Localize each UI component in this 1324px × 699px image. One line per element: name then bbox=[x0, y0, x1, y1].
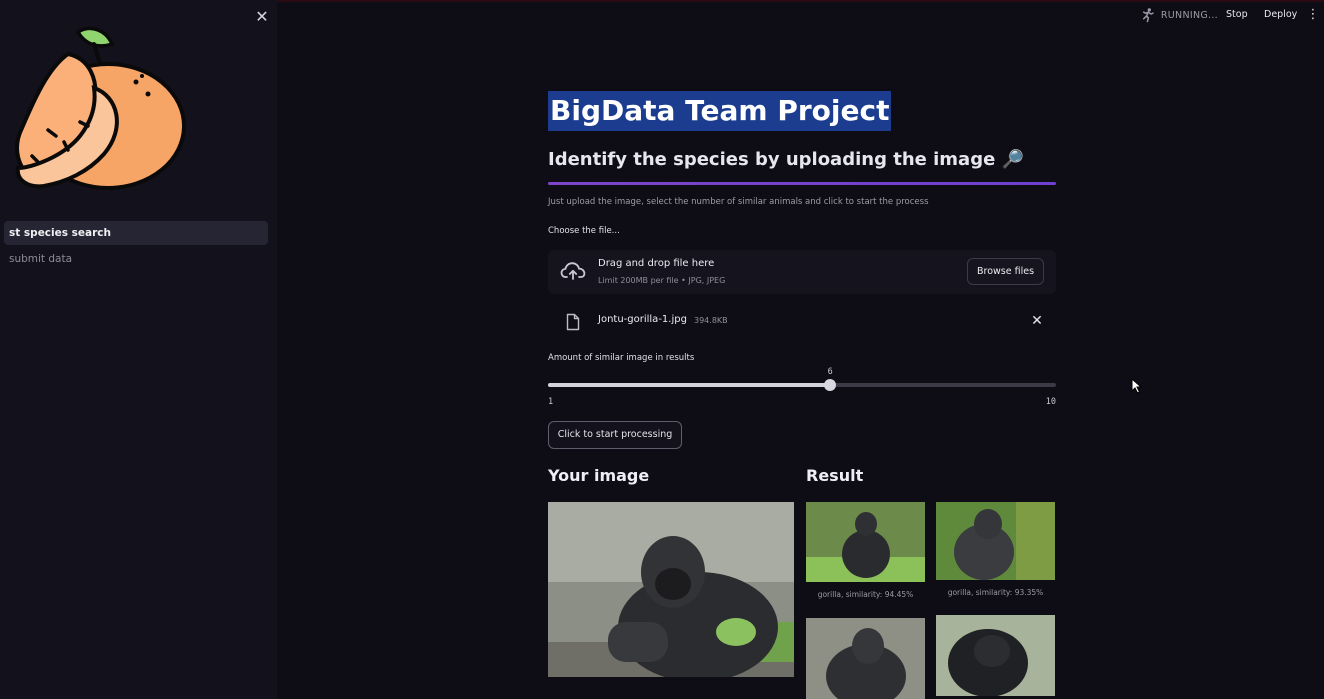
page-title: BigData Team Project bbox=[548, 91, 892, 131]
result-caption: gorilla, similarity: 93.35% bbox=[947, 588, 1044, 597]
dropzone-text: Drag and drop file here bbox=[598, 258, 715, 269]
running-label: RUNNING... bbox=[1160, 9, 1218, 21]
deploy-button[interactable]: Deploy bbox=[1264, 6, 1297, 24]
your-image-heading: Your image bbox=[548, 466, 650, 485]
dropzone-limit: Limit 200MB per file • JPG, JPEG bbox=[598, 276, 726, 285]
uploaded-file-name: Jontu-gorilla-1.jpg bbox=[598, 314, 687, 325]
slider-fill bbox=[548, 383, 831, 387]
sidebar-item-submit-data[interactable]: submit data bbox=[4, 247, 268, 271]
close-sidebar-icon[interactable]: ✕ bbox=[253, 8, 271, 26]
running-man-icon bbox=[1142, 8, 1154, 23]
result-card: gorilla, similarity: 94.45% bbox=[806, 502, 925, 599]
remove-file-icon[interactable]: ✕ bbox=[1028, 312, 1046, 330]
result-card bbox=[936, 615, 1055, 696]
sidebar-nav: st species search submit data bbox=[4, 221, 268, 273]
file-uploader-label: Choose the file... bbox=[548, 226, 620, 236]
result-caption: gorilla, similarity: 94.45% bbox=[817, 590, 914, 599]
sidebar: ✕ st species search submit data bbox=[0, 0, 277, 699]
result-heading: Result bbox=[806, 466, 864, 485]
uploaded-file-row: Jontu-gorilla-1.jpg 394.8KB ✕ bbox=[548, 308, 1056, 336]
slider-value: 6 bbox=[827, 367, 833, 377]
browse-files-button[interactable]: Browse files bbox=[967, 258, 1044, 285]
running-status: RUNNING... bbox=[1140, 6, 1218, 24]
file-icon bbox=[566, 313, 580, 331]
section-divider bbox=[548, 182, 1056, 185]
result-card bbox=[806, 618, 925, 699]
result-image bbox=[936, 615, 1055, 696]
instructions-caption: Just upload the image, select the number… bbox=[548, 197, 929, 207]
page-subtitle: Identify the species by uploading the im… bbox=[548, 149, 1024, 170]
stop-button[interactable]: Stop bbox=[1226, 6, 1248, 24]
result-image bbox=[806, 618, 925, 699]
mouse-cursor-icon bbox=[1131, 378, 1143, 394]
uploaded-image bbox=[548, 502, 794, 677]
slider-label: Amount of similar image in results bbox=[548, 353, 695, 363]
cloud-upload-icon bbox=[560, 262, 586, 280]
file-dropzone[interactable]: Drag and drop file here Limit 200MB per … bbox=[548, 250, 1056, 294]
result-image bbox=[806, 502, 925, 582]
sidebar-item-species-search[interactable]: st species search bbox=[4, 221, 268, 245]
result-image bbox=[936, 502, 1055, 580]
slider-min: 1 bbox=[548, 397, 554, 407]
main-menu-icon[interactable]: ⋮ bbox=[1306, 6, 1320, 24]
tangerine-logo bbox=[15, 26, 186, 190]
slider-track[interactable] bbox=[548, 383, 1056, 387]
slider-thumb[interactable] bbox=[824, 379, 837, 391]
result-card: gorilla, similarity: 93.35% bbox=[936, 502, 1055, 597]
start-processing-button[interactable]: Click to start processing bbox=[548, 421, 682, 449]
slider-max: 10 bbox=[1045, 397, 1056, 407]
uploaded-file-size: 394.8KB bbox=[694, 316, 728, 325]
